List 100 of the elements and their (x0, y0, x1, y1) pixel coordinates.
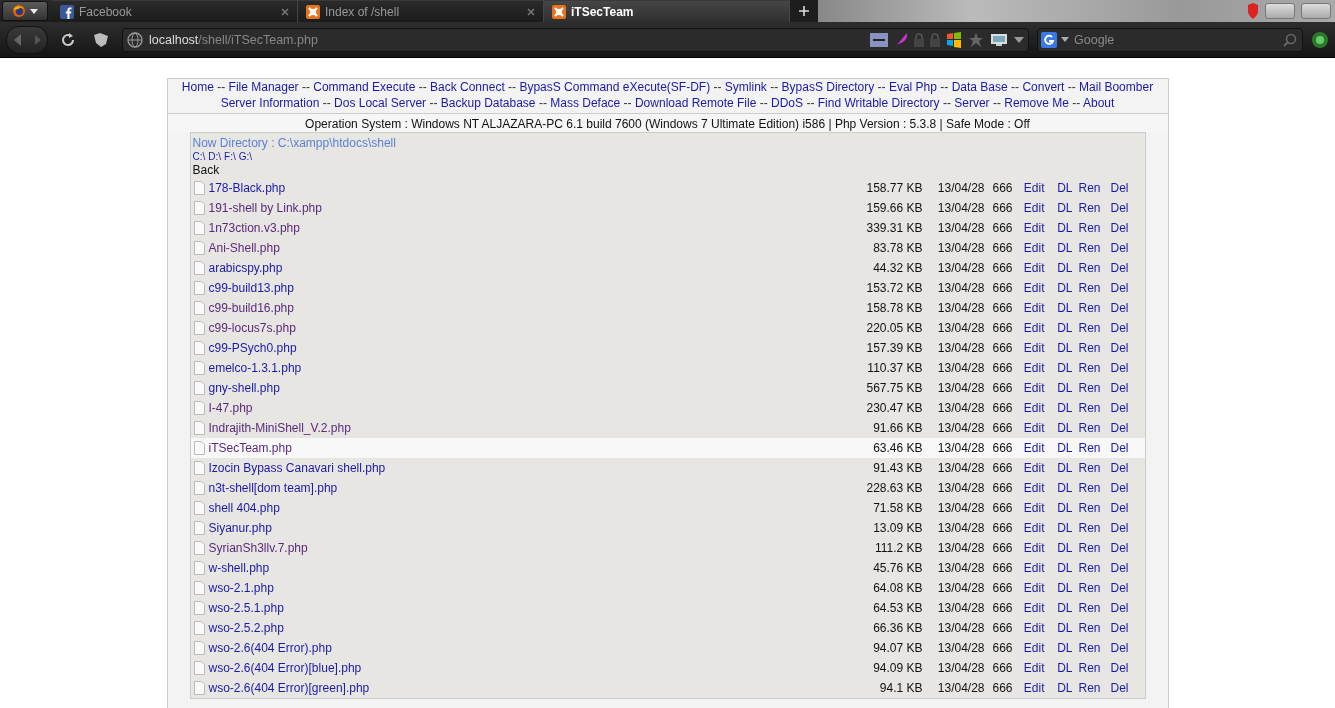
file-action-link[interactable]: Edit (1016, 361, 1045, 375)
file-action-link[interactable]: Edit (1016, 321, 1045, 335)
file-row[interactable]: c99-build16.php 158.78 KB 13/04/28 666 Edit DL Ren Del (190, 298, 1145, 318)
file-action-link[interactable]: Edit (1016, 261, 1045, 275)
file-action-link[interactable]: Del (1100, 461, 1129, 475)
file-action-link[interactable]: Ren (1072, 581, 1101, 595)
browser-tab[interactable]: Index of /shell (298, 0, 544, 22)
file-action-link[interactable]: Edit (1016, 341, 1045, 355)
file-row[interactable]: 178-Black.php 158.77 KB 13/04/28 666 Edit DL Ren Del (190, 178, 1145, 198)
file-action-link[interactable]: DL (1044, 481, 1073, 495)
restore-button[interactable] (1301, 3, 1331, 19)
lock-icon[interactable] (930, 32, 940, 47)
file-action-link[interactable]: DL (1044, 241, 1073, 255)
file-action-link[interactable]: Del (1100, 301, 1129, 315)
file-action-link[interactable]: Edit (1016, 421, 1045, 435)
file-row[interactable]: Ani-Shell.php 83.78 KB 13/04/28 666 Edit DL Ren Del (190, 238, 1145, 258)
file-link[interactable]: wso-2.1.php (208, 581, 829, 595)
file-action-link[interactable]: Del (1100, 681, 1129, 695)
file-action-link[interactable]: Edit (1016, 301, 1045, 315)
file-action-link[interactable]: DL (1044, 261, 1073, 275)
file-action-link[interactable]: Del (1100, 281, 1129, 295)
file-link[interactable]: n3t-shell[dom team].php (208, 481, 829, 495)
nav-link[interactable]: Mass Deface (550, 96, 621, 110)
file-link[interactable]: iTSecTeam.php (208, 441, 829, 455)
file-action-link[interactable]: DL (1044, 621, 1073, 635)
file-link[interactable]: I-47.php (208, 401, 829, 415)
file-link[interactable]: Siyanur.php (208, 521, 829, 535)
search-field[interactable]: Google (1037, 27, 1303, 52)
file-row[interactable]: wso-2.5.1.php 64.53 KB 13/04/28 666 Edit DL Ren Del (190, 598, 1145, 618)
file-link[interactable]: Indrajith-MiniShell_V.2.php (208, 421, 829, 435)
file-link[interactable]: c99-PSych0.php (208, 341, 829, 355)
file-action-link[interactable]: Ren (1072, 321, 1101, 335)
file-action-link[interactable]: Edit (1016, 281, 1045, 295)
file-link[interactable]: c99-build13.php (208, 281, 829, 295)
file-row[interactable]: SyrianSh3llv.7.php 111.2 KB 13/04/28 666 Edit DL Ren Del (190, 538, 1145, 558)
file-action-link[interactable]: Del (1100, 361, 1129, 375)
file-action-link[interactable]: DL (1044, 401, 1073, 415)
file-action-link[interactable]: Ren (1072, 621, 1101, 635)
file-action-link[interactable]: Edit (1016, 401, 1045, 415)
file-row[interactable]: wso-2.1.php 64.08 KB 13/04/28 666 Edit DL Ren Del (190, 578, 1145, 598)
drive-link[interactable]: C:\ (192, 151, 206, 162)
nav-link[interactable]: Download Remote File (634, 96, 757, 110)
file-row[interactable]: 191-shell by Link.php 159.66 KB 13/04/28 666 Edit DL Ren Del (190, 198, 1145, 218)
file-action-link[interactable]: Edit (1016, 561, 1045, 575)
file-link[interactable]: wso-2.5.2.php (208, 621, 829, 635)
nav-link[interactable]: Home (181, 80, 214, 94)
file-row[interactable]: 1n73ction.v3.php 339.31 KB 13/04/28 666 Edit DL Ren Del (190, 218, 1145, 238)
file-action-link[interactable]: DL (1044, 361, 1073, 375)
monitor-icon[interactable] (990, 32, 1008, 47)
drive-link[interactable]: D:\ (208, 151, 222, 162)
file-action-link[interactable]: Del (1100, 441, 1129, 455)
file-action-link[interactable]: Ren (1072, 441, 1101, 455)
file-action-link[interactable]: Del (1100, 481, 1129, 495)
nav-link[interactable]: Backup Database (440, 96, 536, 110)
search-icon[interactable] (1283, 32, 1297, 47)
windows-logo-icon[interactable] (946, 31, 962, 48)
file-action-link[interactable]: Del (1100, 221, 1129, 235)
minimize-button[interactable] (1265, 3, 1295, 19)
file-link[interactable]: 178-Black.php (208, 181, 829, 195)
file-action-link[interactable]: Edit (1016, 201, 1045, 215)
file-action-link[interactable]: Del (1100, 581, 1129, 595)
nav-link[interactable]: DDoS (771, 96, 804, 110)
file-action-link[interactable]: DL (1044, 501, 1073, 515)
drive-link[interactable]: F:\ (224, 151, 236, 162)
file-row[interactable]: wso-2.6(404 Error)[green].php 94.1 KB 13/04/28 666 Edit DL Ren Del (190, 678, 1145, 698)
file-row[interactable]: c99-PSych0.php 157.39 KB 13/04/28 666 Edit DL Ren Del (190, 338, 1145, 358)
back-link[interactable]: Back (192, 163, 1145, 178)
file-action-link[interactable]: Del (1100, 321, 1129, 335)
file-link[interactable]: 1n73ction.v3.php (208, 221, 829, 235)
file-action-link[interactable]: Del (1100, 421, 1129, 435)
nav-link[interactable]: About (1082, 96, 1115, 110)
file-action-link[interactable]: Del (1100, 641, 1129, 655)
file-link[interactable]: wso-2.6(404 Error)[green].php (208, 681, 829, 695)
file-link[interactable]: Izocin Bypass Canavari shell.php (208, 461, 829, 475)
file-action-link[interactable]: Ren (1072, 461, 1101, 475)
file-action-link[interactable]: Ren (1072, 601, 1101, 615)
file-row[interactable]: Izocin Bypass Canavari shell.php 91.43 KB 13/04/28 666 Edit DL Ren Del (190, 458, 1145, 478)
feather-icon[interactable] (894, 31, 908, 48)
file-row[interactable]: wso-2.6(404 Error)[blue].php 94.09 KB 13/04/28 666 Edit DL Ren Del (190, 658, 1145, 678)
file-action-link[interactable]: DL (1044, 581, 1073, 595)
file-action-link[interactable]: DL (1044, 201, 1073, 215)
file-row[interactable]: gny-shell.php 567.75 KB 13/04/28 666 Edit DL Ren Del (190, 378, 1145, 398)
file-action-link[interactable]: Ren (1072, 661, 1101, 675)
file-action-link[interactable]: Ren (1072, 381, 1101, 395)
nav-link[interactable]: Server (954, 96, 990, 110)
nav-link[interactable]: File Manager (228, 80, 299, 94)
file-link[interactable]: emelco-1.3.1.php (208, 361, 829, 375)
file-row[interactable]: shell 404.php 71.58 KB 13/04/28 666 Edit DL Ren Del (190, 498, 1145, 518)
file-row[interactable]: wso-2.5.2.php 66.36 KB 13/04/28 666 Edit DL Ren Del (190, 618, 1145, 638)
file-action-link[interactable]: DL (1044, 681, 1073, 695)
file-link[interactable]: wso-2.6(404 Error)[blue].php (208, 661, 829, 675)
drive-link[interactable]: G:\ (238, 151, 253, 162)
file-action-link[interactable]: Del (1100, 241, 1129, 255)
file-link[interactable]: shell 404.php (208, 501, 829, 515)
file-action-link[interactable]: Edit (1016, 481, 1045, 495)
file-action-link[interactable]: Del (1100, 181, 1129, 195)
file-action-link[interactable]: Edit (1016, 461, 1045, 475)
nav-link[interactable]: Data Base (951, 80, 1008, 94)
dropdown-icon[interactable] (1014, 36, 1024, 43)
file-action-link[interactable]: Del (1100, 341, 1129, 355)
